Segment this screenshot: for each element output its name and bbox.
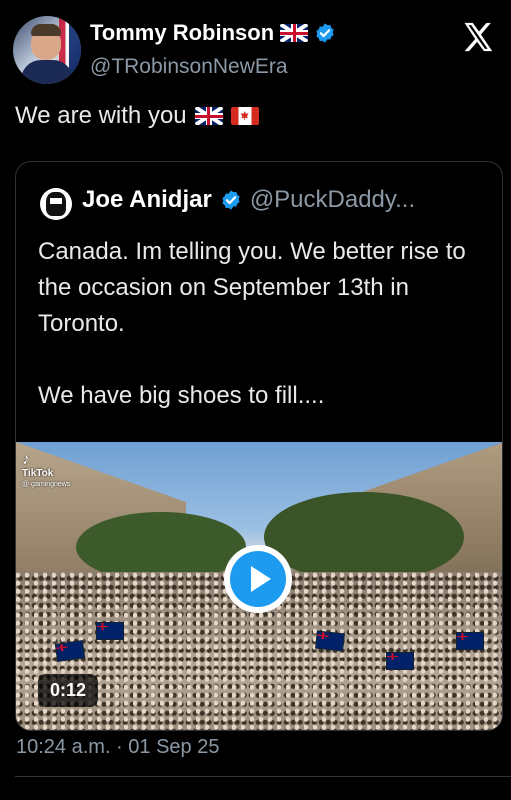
flag-in-crowd bbox=[315, 630, 345, 652]
quoted-tweet-text: Canada. Im telling you. We better rise t… bbox=[38, 234, 488, 414]
flag-in-crowd bbox=[386, 652, 414, 670]
author-name[interactable]: Tommy Robinson bbox=[90, 20, 274, 46]
canada-flag-icon bbox=[230, 107, 259, 125]
uk-flag-icon bbox=[194, 107, 223, 125]
author-name-row[interactable]: Tommy Robinson bbox=[90, 20, 336, 46]
tiktok-watermark: ♪ TikTok @ gamingnews bbox=[22, 451, 71, 489]
verified-badge-icon bbox=[316, 23, 334, 43]
uk-flag-icon bbox=[280, 24, 309, 42]
tweet-body: We are with you bbox=[15, 102, 187, 129]
quoted-author-row[interactable]: Joe Anidjar @PuckDaddy... bbox=[82, 186, 415, 214]
play-button[interactable] bbox=[224, 545, 292, 613]
author-handle[interactable]: @TRobinsonNewEra bbox=[90, 55, 288, 79]
play-icon bbox=[250, 566, 271, 592]
verified-badge-icon bbox=[222, 190, 240, 210]
divider bbox=[15, 776, 511, 777]
x-logo-icon[interactable] bbox=[461, 20, 495, 54]
quoted-author-avatar[interactable] bbox=[40, 188, 72, 220]
quoted-author-handle[interactable]: @PuckDaddy... bbox=[250, 186, 415, 214]
video-player[interactable]: ♪ TikTok @ gamingnews 0:12 bbox=[16, 442, 502, 730]
flag-in-crowd bbox=[456, 632, 484, 650]
tweet-timestamp[interactable]: 10:24 a.m. · 01 Sep 25 bbox=[16, 736, 219, 759]
author-avatar[interactable] bbox=[13, 16, 81, 84]
quoted-tweet[interactable]: Joe Anidjar @PuckDaddy... Canada. Im tel… bbox=[15, 161, 503, 731]
flag-in-crowd bbox=[96, 622, 124, 640]
tweet-text: We are with you bbox=[15, 102, 259, 130]
tiktok-icon: ♪ bbox=[22, 451, 30, 468]
quoted-author-name[interactable]: Joe Anidjar bbox=[82, 186, 212, 214]
video-duration: 0:12 bbox=[38, 674, 99, 707]
flag-in-crowd bbox=[54, 640, 86, 662]
quoted-paragraph: Canada. Im telling you. We better rise t… bbox=[38, 238, 466, 337]
quoted-paragraph: We have big shoes to fill.... bbox=[38, 382, 325, 409]
